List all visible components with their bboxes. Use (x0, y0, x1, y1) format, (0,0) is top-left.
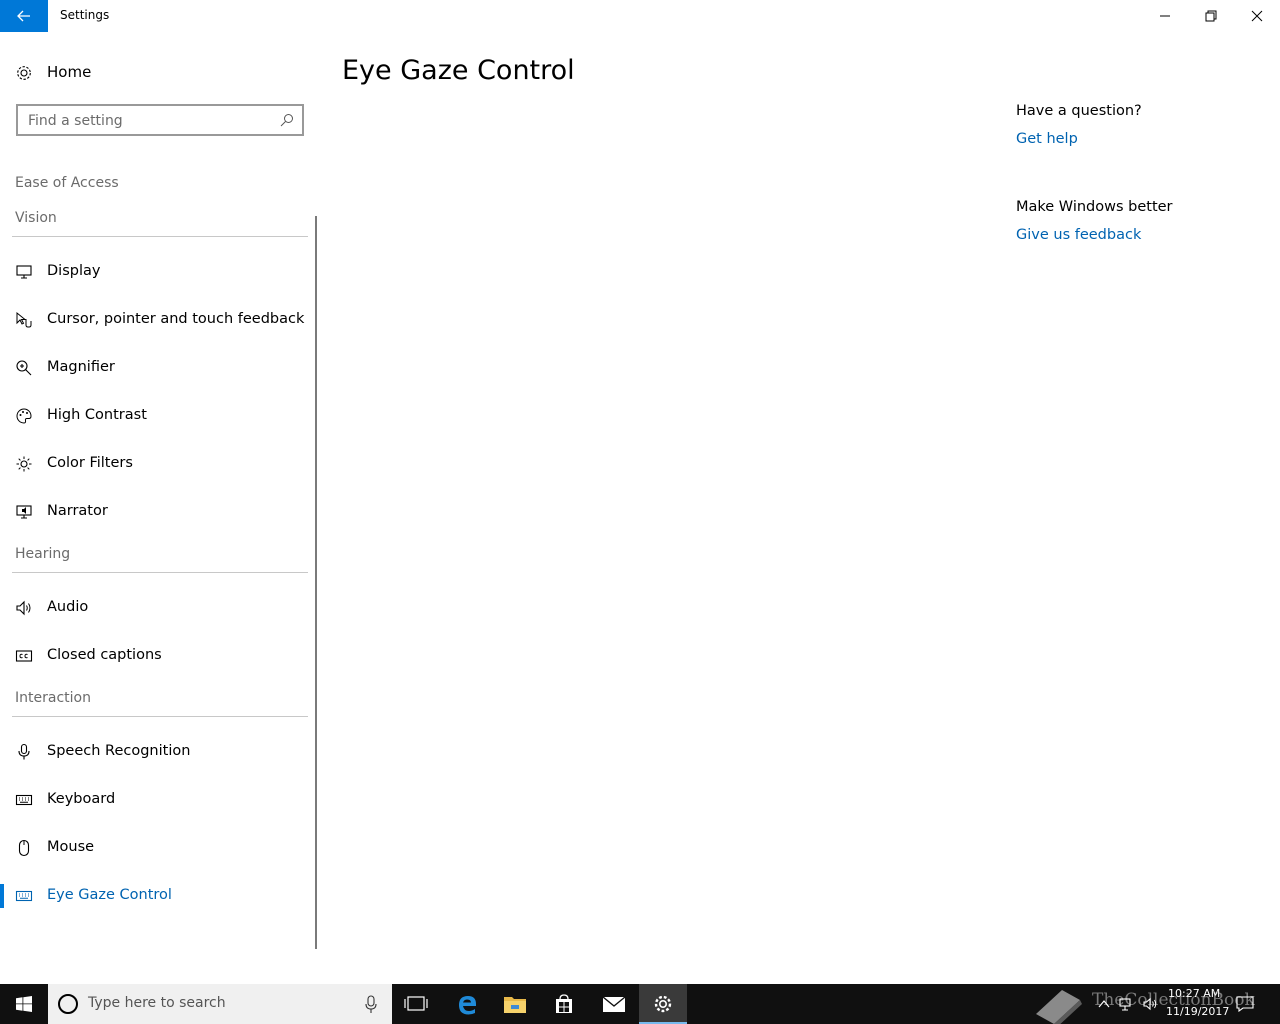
monitor-icon (16, 265, 32, 279)
divider (12, 236, 308, 237)
sidebar-item-label: Eye Gaze Control (47, 887, 172, 903)
sidebar-scrollbar[interactable] (315, 216, 317, 949)
sidebar-item-keyboard[interactable]: Keyboard (0, 780, 312, 820)
taskbar-search-placeholder: Type here to search (88, 995, 226, 1011)
feedback-question: Make Windows better (1016, 199, 1173, 215)
sidebar-item-magnifier[interactable]: Magnifier (0, 348, 312, 388)
folder-icon (504, 997, 526, 1013)
sidebar-item-speech-recognition[interactable]: Speech Recognition (0, 732, 312, 772)
microphone-icon (18, 743, 30, 760)
file-explorer-button[interactable] (491, 984, 539, 1024)
get-help-link[interactable]: Get help (1016, 131, 1078, 147)
section-title: Ease of Access (15, 175, 119, 191)
action-center-icon[interactable] (1236, 996, 1254, 1012)
sidebar-item-label: Cursor, pointer and touch feedback (47, 311, 305, 327)
restore-button[interactable] (1188, 0, 1234, 32)
title-bar: Settings (0, 0, 1280, 32)
group-header-vision: Vision (15, 210, 57, 226)
close-icon (1251, 10, 1263, 22)
store-button[interactable] (540, 984, 588, 1024)
network-icon[interactable] (1118, 996, 1134, 1012)
group-header-hearing: Hearing (15, 546, 71, 562)
cc-icon (15, 650, 33, 662)
chevron-up-icon[interactable] (1096, 996, 1112, 1012)
sidebar-item-label: Audio (47, 599, 89, 615)
narrator-icon (16, 505, 32, 519)
cursor-touch-icon (16, 311, 32, 328)
sidebar-item-cursor[interactable]: Cursor, pointer and touch feedback (0, 300, 312, 340)
sidebar-item-label: Keyboard (47, 791, 116, 807)
group-header-interaction: Interaction (15, 690, 91, 706)
eye-gaze-keyboard-icon (15, 890, 33, 902)
taskbar: Type here to search TheCollectionBook 10… (0, 984, 1280, 1024)
clock-date[interactable]: 11/19/2017 (1166, 1005, 1229, 1018)
windows-logo-icon (16, 996, 32, 1012)
sidebar-item-display[interactable]: Display (0, 252, 312, 292)
sidebar-item-label: Mouse (47, 839, 95, 855)
taskbar-search-box[interactable]: Type here to search (48, 984, 392, 1024)
arrow-left-icon (17, 10, 30, 22)
divider (12, 572, 308, 573)
sidebar-item-high-contrast[interactable]: High Contrast (0, 396, 312, 436)
edge-icon (459, 996, 476, 1015)
microphone-icon[interactable] (364, 994, 378, 1014)
search-icon[interactable] (280, 113, 294, 127)
restore-icon (1205, 10, 1217, 22)
mail-button[interactable] (590, 984, 638, 1024)
sidebar-item-label: Speech Recognition (47, 743, 191, 759)
store-icon (556, 994, 572, 1013)
volume-icon[interactable] (1142, 996, 1158, 1012)
page-title: Eye Gaze Control (342, 55, 575, 86)
back-button[interactable] (0, 0, 48, 32)
settings-taskbar-button[interactable] (639, 984, 687, 1024)
task-view-button[interactable] (392, 984, 440, 1024)
minimize-icon (1160, 15, 1170, 17)
gear-icon (654, 995, 672, 1013)
sidebar-item-label: High Contrast (47, 407, 147, 423)
sidebar-item-eye-gaze-control[interactable]: Eye Gaze Control (0, 876, 312, 916)
window-title: Settings (60, 8, 110, 22)
gear-icon (17, 66, 31, 80)
sidebar-item-closed-captions[interactable]: Closed captions (0, 636, 312, 676)
start-button[interactable] (0, 984, 48, 1024)
selection-indicator (0, 884, 4, 908)
sidebar-item-label: Display (47, 263, 101, 279)
palette-icon (16, 408, 32, 424)
sidebar-item-narrator[interactable]: Narrator (0, 492, 312, 532)
task-view-icon (404, 996, 428, 1011)
give-feedback-link[interactable]: Give us feedback (1016, 227, 1141, 243)
sidebar-item-label: Color Filters (47, 455, 133, 471)
mouse-icon (18, 839, 30, 857)
cortana-icon (58, 994, 78, 1014)
home-nav[interactable]: Home (0, 58, 320, 88)
search-input[interactable] (28, 111, 268, 131)
edge-button[interactable] (443, 984, 491, 1024)
speaker-icon (16, 600, 31, 616)
mail-icon (602, 996, 626, 1012)
close-button[interactable] (1234, 0, 1280, 32)
divider (12, 716, 308, 717)
sidebar-item-label: Closed captions (47, 647, 162, 663)
sun-icon (16, 456, 32, 472)
sidebar: Home Ease of Access Vision Display Curso… (0, 32, 320, 982)
home-label: Home (47, 63, 92, 81)
book-logo-icon (1036, 990, 1082, 1024)
clock-time[interactable]: 10:27 AM (1168, 987, 1220, 1000)
sidebar-item-audio[interactable]: Audio (0, 588, 312, 628)
minimize-button[interactable] (1142, 0, 1188, 32)
help-question: Have a question? (1016, 103, 1142, 119)
magnifier-icon (16, 360, 32, 376)
keyboard-icon (15, 794, 33, 806)
sidebar-item-label: Magnifier (47, 359, 115, 375)
sidebar-item-label: Narrator (47, 503, 108, 519)
search-box[interactable] (16, 104, 304, 136)
sidebar-item-color-filters[interactable]: Color Filters (0, 444, 312, 484)
sidebar-item-mouse[interactable]: Mouse (0, 828, 312, 868)
